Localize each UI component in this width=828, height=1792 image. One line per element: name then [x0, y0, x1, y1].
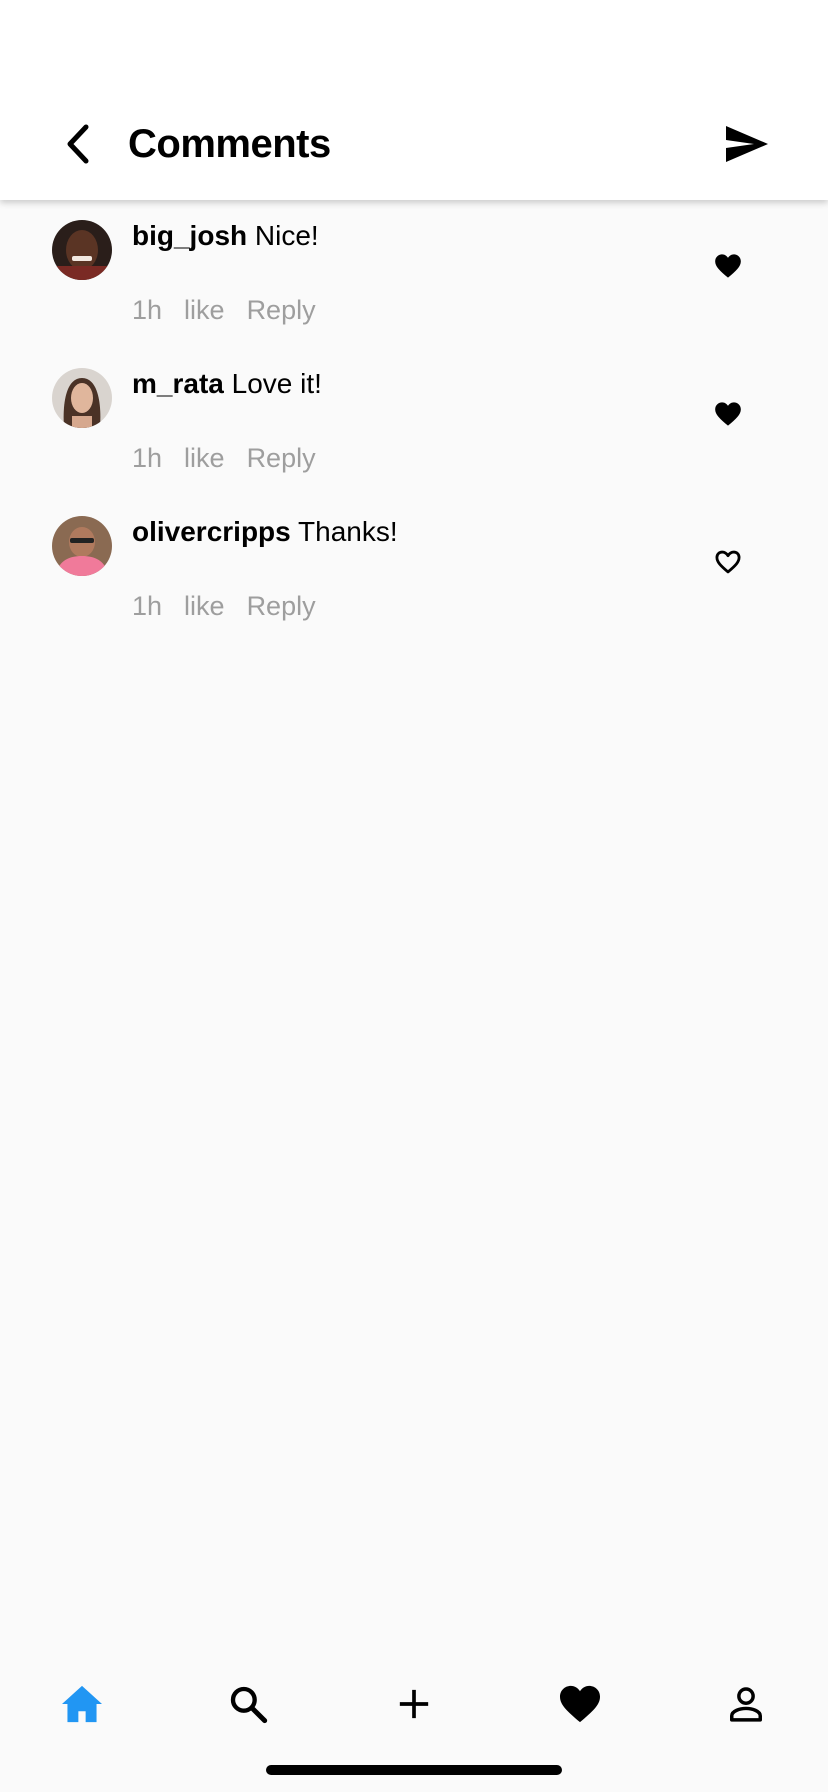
nav-activity[interactable]: [552, 1676, 608, 1732]
app-bar: Comments: [0, 0, 828, 200]
avatar[interactable]: [52, 220, 112, 280]
heart-outline-icon: [715, 550, 741, 574]
page-title: Comments: [128, 122, 331, 166]
search-icon: [230, 1686, 268, 1724]
comment-time: 1h: [132, 295, 163, 325]
comment-item: olivercripps Thanks! 1h like Reply: [0, 496, 828, 644]
comment-message: Nice!: [254, 220, 319, 251]
comment-like-link[interactable]: like: [184, 440, 225, 476]
comment-username[interactable]: big_josh: [132, 220, 247, 251]
comment-item: m_rata Love it! 1h like Reply: [0, 348, 828, 496]
like-toggle[interactable]: [712, 546, 744, 578]
comment-reply-link[interactable]: Reply: [247, 440, 316, 476]
avatar[interactable]: [52, 516, 112, 576]
nav-add[interactable]: [386, 1676, 442, 1732]
comment-text: olivercripps Thanks!: [132, 514, 398, 550]
bottom-nav-bar: [0, 1660, 828, 1744]
nav-search[interactable]: [220, 1676, 276, 1732]
plus-icon: [399, 1689, 429, 1719]
send-button[interactable]: [722, 120, 772, 168]
comment-time: 1h: [132, 443, 163, 473]
comment-item: big_josh Nice! 1h like Reply: [0, 200, 828, 348]
nav-profile[interactable]: [718, 1676, 774, 1732]
comment-meta: 1h like Reply: [132, 588, 316, 624]
heart-filled-icon: [715, 254, 741, 278]
comment-message: Love it!: [231, 368, 322, 399]
send-icon: [726, 126, 768, 162]
comment-meta: 1h like Reply: [132, 440, 316, 476]
chevron-left-icon: [67, 124, 89, 164]
like-toggle[interactable]: [712, 398, 744, 430]
heart-icon: [560, 1685, 600, 1723]
comment-text: m_rata Love it!: [132, 366, 322, 402]
comment-reply-link[interactable]: Reply: [247, 292, 316, 328]
home-indicator: [266, 1765, 562, 1775]
like-toggle[interactable]: [712, 250, 744, 282]
comments-screen: Comments big_josh Nice! 1h like Reply m_…: [0, 0, 828, 1792]
comment-message: Thanks!: [298, 516, 398, 547]
heart-filled-icon: [715, 402, 741, 426]
comment-text: big_josh Nice!: [132, 218, 319, 254]
comment-time: 1h: [132, 591, 163, 621]
avatar-olivercripps: [52, 516, 112, 576]
comment-meta: 1h like Reply: [132, 292, 316, 328]
comment-like-link[interactable]: like: [184, 588, 225, 624]
comment-username[interactable]: olivercripps: [132, 516, 291, 547]
avatar-m-rata: [52, 368, 112, 428]
avatar[interactable]: [52, 368, 112, 428]
nav-home[interactable]: [54, 1676, 110, 1732]
avatar-big-josh: [52, 220, 112, 280]
back-button[interactable]: [56, 118, 100, 170]
home-icon: [62, 1685, 102, 1723]
comment-username[interactable]: m_rata: [132, 368, 224, 399]
comment-like-link[interactable]: like: [184, 292, 225, 328]
comment-reply-link[interactable]: Reply: [247, 588, 316, 624]
comments-list: big_josh Nice! 1h like Reply m_rata Love…: [0, 200, 828, 644]
profile-icon: [730, 1687, 762, 1722]
